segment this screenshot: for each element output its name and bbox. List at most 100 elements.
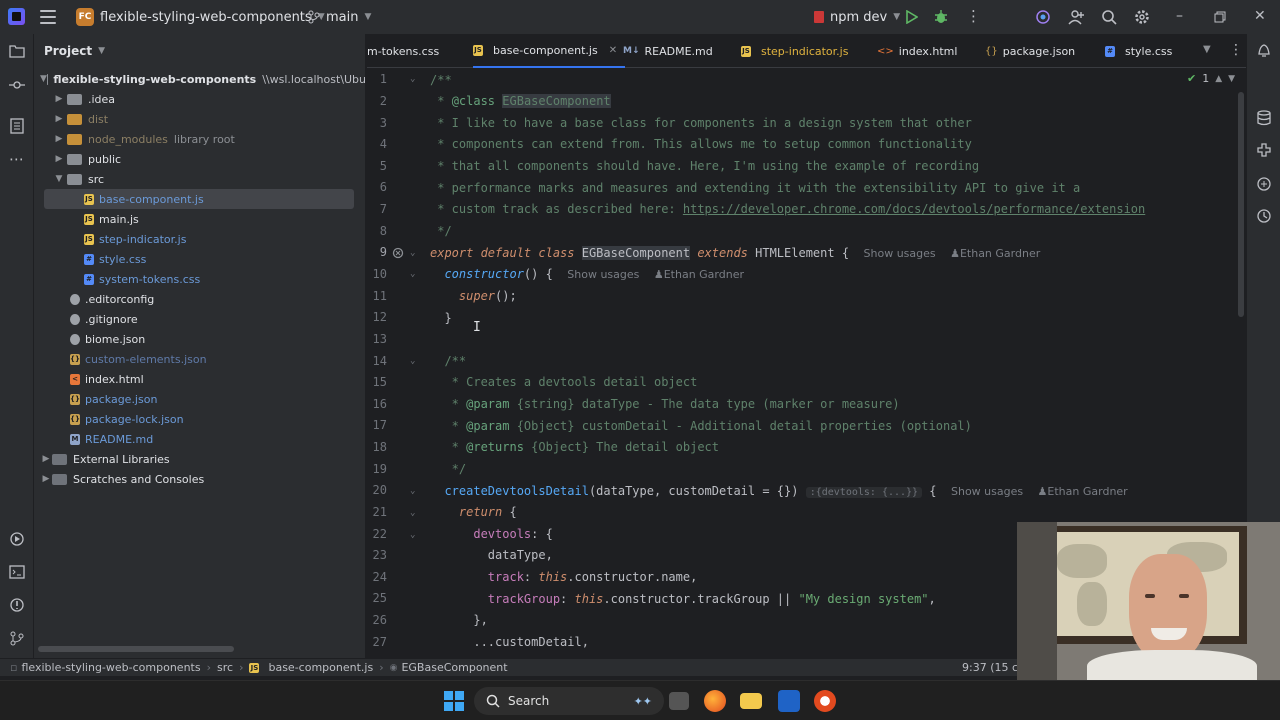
add-user-icon[interactable] [1068, 9, 1084, 25]
problems-icon[interactable] [9, 597, 25, 613]
terminal-icon[interactable] [9, 564, 25, 580]
structure-icon[interactable] [10, 118, 24, 134]
chevron-right-icon[interactable]: ▶ [53, 154, 65, 164]
app-logo-icon[interactable] [8, 8, 25, 25]
tree-item-package-lock[interactable]: {} package-lock.json [34, 409, 366, 429]
git-icon[interactable] [9, 630, 25, 646]
notifications-bell-icon[interactable] [1256, 42, 1272, 58]
tab-step-indicator[interactable]: JS step-indicator.js [741, 34, 848, 68]
cursor-position[interactable]: 9:37 (15 ch [962, 661, 1025, 674]
settings-gear-icon[interactable] [1134, 9, 1150, 25]
fold-icon[interactable]: ⌄ [410, 356, 415, 366]
tree-item-step-indicator[interactable]: JS step-indicator.js [34, 229, 366, 249]
main-menu-icon[interactable] [40, 10, 56, 24]
tree-item-idea[interactable]: ▶ .idea [34, 89, 366, 109]
taskbar-search[interactable]: Search ✦✦ [474, 687, 664, 715]
horizontal-scrollbar[interactable] [38, 646, 234, 652]
fold-icon[interactable]: ⌄ [410, 508, 415, 518]
implementations-gutter-icon[interactable] [392, 247, 404, 259]
breadcrumb-item[interactable]: ◉ EGBaseComponent [390, 661, 508, 674]
branch-switcher[interactable]: main ▼ [308, 6, 371, 28]
chevron-right-icon[interactable]: ▶ [53, 114, 65, 124]
tree-item-main-js[interactable]: JS main.js [34, 209, 366, 229]
task-view-icon[interactable] [669, 692, 689, 710]
tree-item-readme[interactable]: M README.md [34, 429, 366, 449]
windows-start-icon[interactable] [444, 691, 464, 711]
chevron-down-icon[interactable]: ▼ [40, 74, 47, 84]
chevron-down-icon[interactable]: ▼ [1228, 74, 1235, 84]
tree-item-scratches[interactable]: ▶ Scratches and Consoles [34, 469, 366, 489]
project-switcher[interactable]: FC flexible-styling-web-components ▼ [76, 6, 325, 28]
author-hint[interactable]: Ethan Gardner [960, 247, 1040, 260]
minimize-icon[interactable]: – [1176, 8, 1183, 24]
restore-icon[interactable] [1214, 11, 1226, 23]
breadcrumb-item[interactable]: src [217, 661, 233, 674]
tree-item-node-modules[interactable]: ▶ node_modules library root [34, 129, 366, 149]
tree-item-public[interactable]: ▶ public [34, 149, 366, 169]
history-clock-icon[interactable] [1256, 208, 1272, 224]
tab-style-css[interactable]: # style.css [1105, 34, 1172, 68]
tab-index-html[interactable]: <> index.html [877, 34, 957, 68]
plugins-icon[interactable] [1256, 142, 1272, 158]
tree-item-index-html[interactable]: < index.html [34, 369, 366, 389]
more-tools-icon[interactable]: ⋯ [9, 152, 24, 167]
tree-item-system-tokens[interactable]: # system-tokens.css [34, 269, 366, 289]
chevron-down-icon[interactable]: ▼ [53, 174, 65, 184]
more-vertical-icon[interactable]: ⋮ [966, 9, 981, 24]
app-icon[interactable] [814, 690, 836, 712]
show-usages-hint[interactable]: Show usages [864, 247, 936, 260]
doc-link[interactable]: https://developer.chrome.com/docs/devtoo… [683, 202, 1145, 216]
vertical-scrollbar[interactable] [1238, 92, 1244, 317]
project-panel-header[interactable]: Project ▼ [34, 34, 365, 68]
chevron-right-icon[interactable]: ▶ [40, 474, 52, 484]
chevron-up-icon[interactable]: ▲ [1215, 74, 1222, 84]
tree-item-dist[interactable]: ▶ dist [34, 109, 366, 129]
tree-item-package-json[interactable]: {} package.json [34, 389, 366, 409]
show-usages-hint[interactable]: Show usages [951, 485, 1023, 498]
tab-base-component[interactable]: JS base-component.js ✕ [473, 34, 626, 68]
fold-icon[interactable]: ⌄ [410, 486, 415, 496]
tab-readme[interactable]: M↓ README.md [623, 34, 713, 68]
tab-system-tokens[interactable]: m-tokens.css [367, 34, 439, 68]
ai-assistant-icon[interactable] [1035, 9, 1051, 25]
chevron-right-icon[interactable]: ▶ [40, 454, 52, 464]
chevron-right-icon[interactable]: ▶ [53, 134, 65, 144]
project-folder-icon[interactable] [9, 44, 25, 58]
tree-item-style-css[interactable]: # style.css [34, 249, 366, 269]
breadcrumb-item[interactable]: JS base-component.js [249, 661, 373, 674]
more-vertical-icon[interactable]: ⋮ [1229, 42, 1243, 58]
run-icon[interactable] [906, 10, 918, 24]
breadcrumb-item[interactable]: ▫ flexible-styling-web-components [10, 661, 201, 674]
close-icon[interactable]: ✕ [1254, 8, 1266, 24]
fold-icon[interactable]: ⌄ [410, 248, 415, 258]
commit-icon[interactable] [9, 78, 25, 92]
run-config-selector[interactable]: npm dev ▼ [814, 6, 900, 28]
author-hint[interactable]: Ethan Gardner [664, 268, 744, 281]
database-icon[interactable] [1257, 110, 1271, 126]
close-tab-icon[interactable]: ✕ [609, 45, 617, 56]
file-explorer-icon[interactable] [740, 693, 762, 709]
tab-list-chevron-icon[interactable]: ▼ [1203, 44, 1211, 55]
tree-item-biome-json[interactable]: biome.json [34, 329, 366, 349]
inspection-widget[interactable]: ✔ 1 ▲ ▼ [1187, 72, 1235, 85]
chevron-right-icon[interactable]: ▶ [53, 94, 65, 104]
fold-icon[interactable]: ⌄ [410, 530, 415, 540]
debug-icon[interactable] [933, 9, 949, 25]
services-icon[interactable] [9, 531, 25, 547]
tree-item-gitignore[interactable]: .gitignore [34, 309, 366, 329]
author-hint[interactable]: Ethan Gardner [1047, 485, 1127, 498]
fold-icon[interactable]: ⌄ [410, 269, 415, 279]
tree-item-custom-elements[interactable]: {} custom-elements.json [34, 349, 366, 369]
firefox-icon[interactable] [704, 690, 726, 712]
ai-icon[interactable] [1256, 176, 1272, 192]
tree-root[interactable]: ▼ flexible-styling-web-components \\wsl.… [34, 69, 366, 89]
type-hint[interactable]: :{devtools: {...}} [805, 487, 923, 498]
tree-item-src[interactable]: ▼ src [34, 169, 366, 189]
tab-package-json[interactable]: {} package.json [985, 34, 1075, 68]
tree-item-editorconfig[interactable]: .editorconfig [34, 289, 366, 309]
tree-item-base-component[interactable]: JS base-component.js [44, 189, 354, 209]
show-usages-hint[interactable]: Show usages [567, 268, 639, 281]
fold-icon[interactable]: ⌄ [410, 74, 415, 84]
vscode-icon[interactable] [778, 690, 800, 712]
search-icon[interactable] [1101, 9, 1117, 25]
